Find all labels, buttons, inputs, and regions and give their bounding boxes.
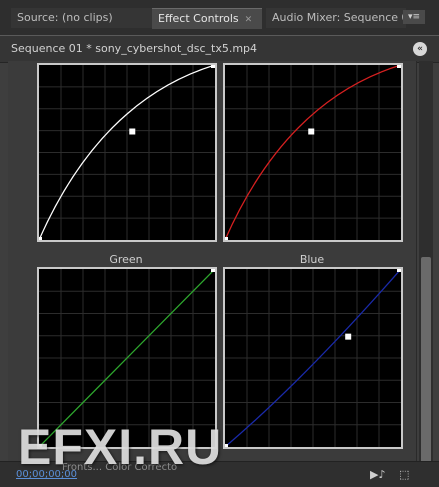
curve-endpoint-handle[interactable] [397, 269, 401, 272]
curve-endpoint-handle[interactable] [397, 65, 401, 68]
panel-menu-icon[interactable]: ▾≡ [403, 10, 425, 24]
tab-source-label: Source: (no clips) [17, 11, 113, 24]
sequence-clip-title: Sequence 01 * sony_cybershot_dsc_tx5.mp4 [11, 42, 258, 55]
watermark-logo: EFXI.RU [18, 419, 223, 475]
double-chevron-left-icon[interactable]: « [413, 42, 427, 56]
tab-effect-controls[interactable]: Effect Controls ✕ [152, 8, 262, 29]
curve-control-point[interactable] [129, 128, 136, 135]
graph-label-blue: Blue [299, 253, 325, 266]
scrollbar-thumb[interactable] [421, 257, 431, 487]
tab-source[interactable]: Source: (no clips) [11, 8, 159, 28]
curve-graph-master[interactable] [37, 63, 217, 242]
curve-graph-blue[interactable] [223, 267, 403, 449]
curve-graph-red[interactable] [223, 63, 403, 242]
effect-controls-panel: Source: (no clips) Effect Controls ✕ Audi… [0, 0, 439, 487]
sequence-header: Sequence 01 * sony_cybershot_dsc_tx5.mp4… [0, 35, 439, 63]
curve-control-point[interactable] [345, 333, 352, 340]
tab-effect-controls-label: Effect Controls [158, 12, 239, 25]
graph-label-green: Green [109, 253, 143, 266]
tab-audio-mixer[interactable]: Audio Mixer: Sequence 0 [266, 8, 406, 28]
curve-control-point[interactable] [308, 128, 315, 135]
curve-endpoint-handle[interactable] [211, 65, 215, 68]
curve-svg-master [39, 65, 215, 240]
curve-endpoint-handle[interactable] [39, 237, 42, 240]
tab-bar: Source: (no clips) Effect Controls ✕ Audi… [0, 0, 439, 35]
export-icon[interactable]: ⬚ [399, 468, 409, 481]
audio-icon[interactable]: ▶♪ [370, 468, 385, 481]
curve-svg-red [225, 65, 401, 240]
close-tab-icon[interactable]: ✕ [245, 15, 253, 25]
curve-svg-blue [225, 269, 401, 447]
curve-endpoint-handle[interactable] [225, 444, 228, 447]
tab-audio-mixer-label: Audio Mixer: Sequence 0 [272, 11, 406, 24]
vertical-scrollbar[interactable] [419, 61, 433, 487]
curve-endpoint-handle[interactable] [211, 269, 215, 272]
curve-endpoint-handle[interactable] [225, 237, 228, 240]
